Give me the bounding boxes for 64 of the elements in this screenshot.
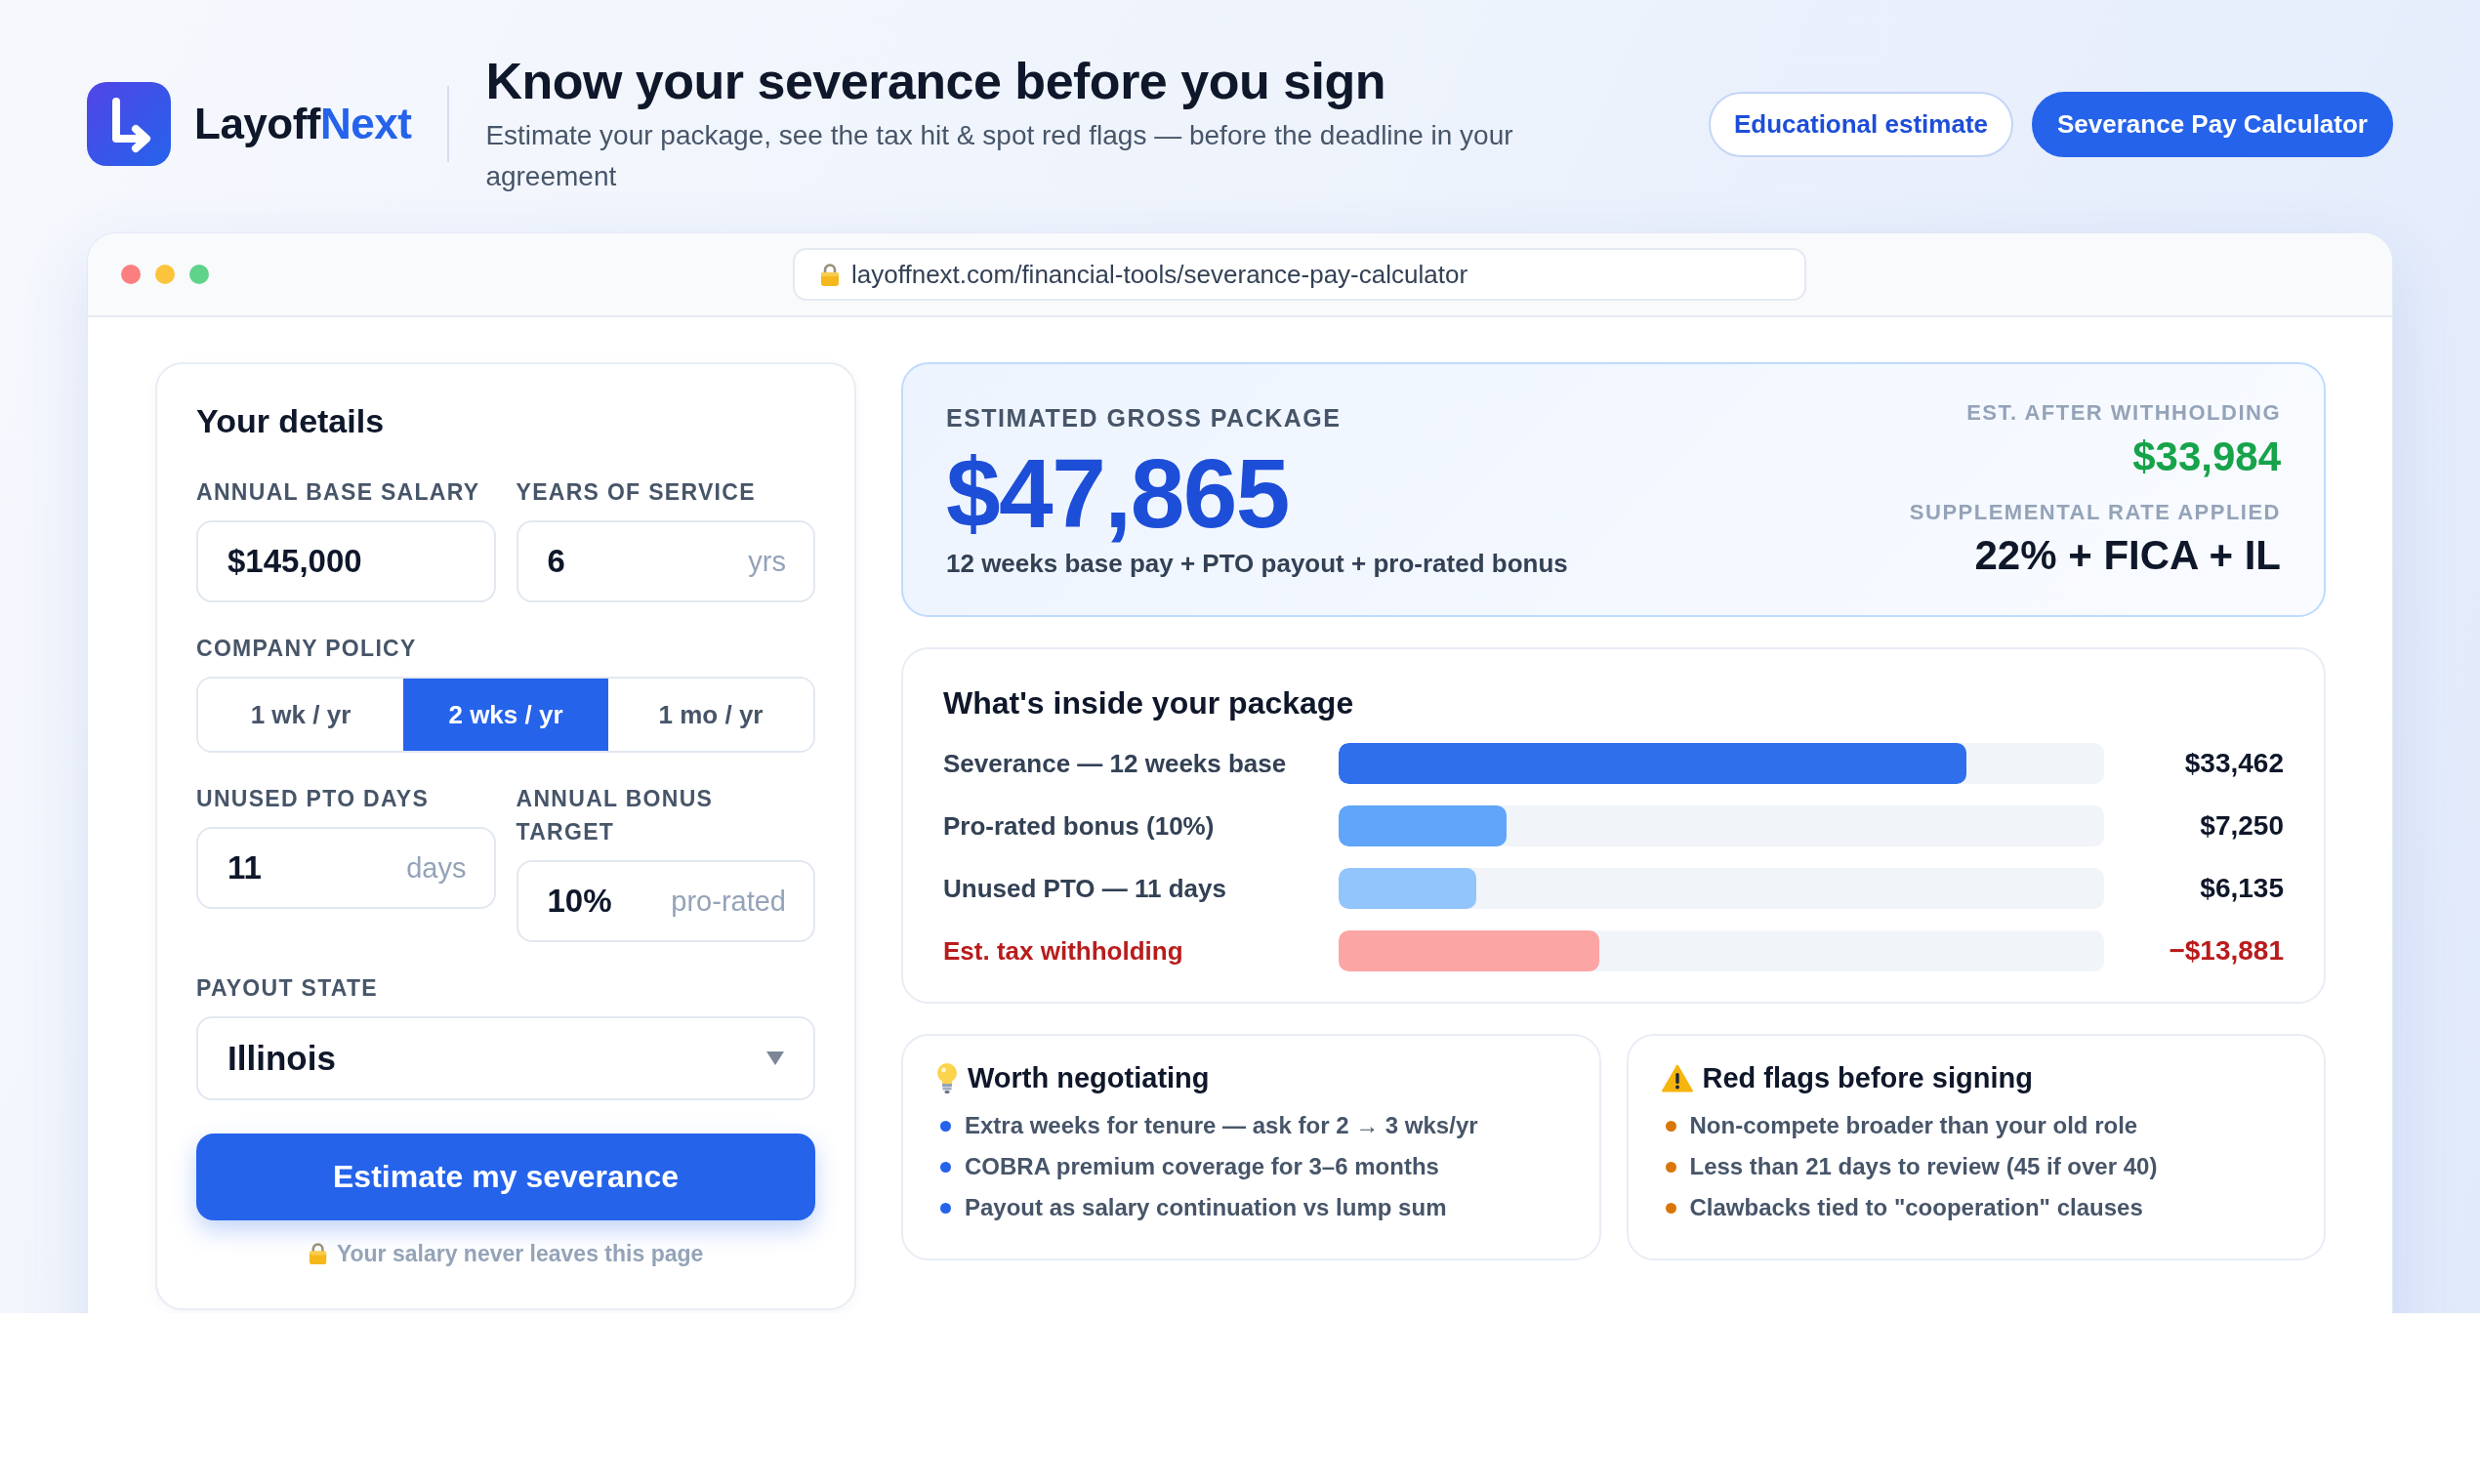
lock-icon <box>820 262 840 287</box>
summary-note: 12 weeks base pay + PTO payout + pro-rated bonus <box>946 548 1568 579</box>
card-title: Red flags before signing <box>1702 1061 2033 1094</box>
primary-button[interactable]: Severance Pay Calculator <box>2032 91 2393 157</box>
bullet-icon <box>1665 1120 1676 1132</box>
privacy-note: Your salary never leaves this page <box>336 1240 704 1267</box>
rate-label: SUPPLEMENTAL RATE APPLIED <box>1909 499 2281 526</box>
breakdown-amount: −$13,881 <box>2168 935 2284 967</box>
breakdown-amount: $33,462 <box>2183 748 2284 779</box>
input-field[interactable]: $145,000 <box>196 520 496 602</box>
window-control-icon <box>155 265 175 284</box>
input-field[interactable]: 10% pro-rated <box>516 860 815 942</box>
field-label: ANNUAL BASE SALARY <box>196 478 481 507</box>
list-item-text: Payout as salary continuation vs lump sum <box>965 1194 1447 1221</box>
window-control-icon <box>121 265 141 284</box>
list-item-text: Non-compete broader than your old role <box>1689 1112 2138 1139</box>
page-subtitle: Estimate your package, see the tax hit & spot red flags — before the deadline in your agreement <box>485 119 1514 193</box>
policy-option[interactable]: 2 wks / yr <box>403 679 608 751</box>
breakdown-amount: $7,250 <box>2199 810 2284 842</box>
breakdown-label: Unused PTO — 11 days <box>943 873 1227 904</box>
after-withholding-label: EST. AFTER WITHHOLDING <box>1966 399 2281 427</box>
bullet-icon <box>940 1120 951 1132</box>
breakdown-label: Pro-rated bonus (10%) <box>943 810 1216 842</box>
card-title: Worth negotiating <box>968 1061 1210 1094</box>
unit-suffix: days <box>406 851 467 885</box>
warning-icon <box>1661 1063 1693 1092</box>
bullet-icon <box>1665 1202 1676 1214</box>
summary-label: ESTIMATED GROSS PACKAGE <box>946 403 1343 433</box>
lightbulb-icon <box>936 1062 958 1093</box>
logo-icon <box>87 82 171 166</box>
url-text: layoffnext.com/financial-tools/severance-pay-calculator <box>851 259 1468 290</box>
state-select[interactable]: Illinois <box>196 1016 815 1100</box>
field-label: UNUSED PTO DAYS <box>196 785 431 813</box>
caret-icon <box>766 1051 784 1065</box>
field-label: PAYOUT STATE <box>196 974 379 1003</box>
breakdown-amount: $6,135 <box>2199 873 2284 904</box>
window-control-icon <box>189 265 209 284</box>
input-field[interactable]: 11 days <box>196 827 496 909</box>
field-label: COMPANY POLICY <box>196 635 418 663</box>
bullet-icon <box>940 1202 951 1214</box>
outline-button[interactable]: Educational estimate <box>1708 91 2014 157</box>
list-item-text: Less than 21 days to review (45 if over 40) <box>1689 1153 2158 1180</box>
lock-icon <box>308 1242 327 1265</box>
field-label: ANNUAL BONUS TARGET <box>516 785 715 846</box>
list-item-text: COBRA premium coverage for 3–6 months <box>965 1153 1439 1180</box>
breakdown-label: Est. tax withholding <box>943 935 1184 967</box>
estimate-button[interactable]: Estimate my severance <box>196 1134 815 1220</box>
unit-suffix: pro-rated <box>671 885 786 918</box>
breakdown-label: Severance — 12 weeks base <box>943 748 1288 779</box>
list-item-text: Clawbacks tied to "cooperation" clauses <box>1689 1194 2143 1221</box>
bullet-icon <box>940 1161 951 1173</box>
field-label: YEARS OF SERVICE <box>516 478 757 507</box>
card-title: What's inside your package <box>943 684 1355 722</box>
address-bar[interactable]: layoffnext.com/financial-tools/severance-pay-calculator <box>793 248 1806 301</box>
rate-value: 22% + FICA + IL <box>1974 531 2281 580</box>
input-field[interactable]: 6 yrs <box>516 520 815 602</box>
panel-title: Your details <box>196 401 386 441</box>
unit-suffix: yrs <box>748 545 786 578</box>
brand-name: LayoffNext <box>194 100 412 148</box>
after-withholding-amount: $33,984 <box>2132 433 2281 480</box>
list-item-text: Extra weeks for tenure — ask for 2 → 3 wks/yr <box>965 1112 1478 1139</box>
bullet-icon <box>1665 1161 1676 1173</box>
gross-amount: $47,865 <box>946 444 1290 542</box>
page-title: Know your severance before you sign <box>485 52 1387 111</box>
